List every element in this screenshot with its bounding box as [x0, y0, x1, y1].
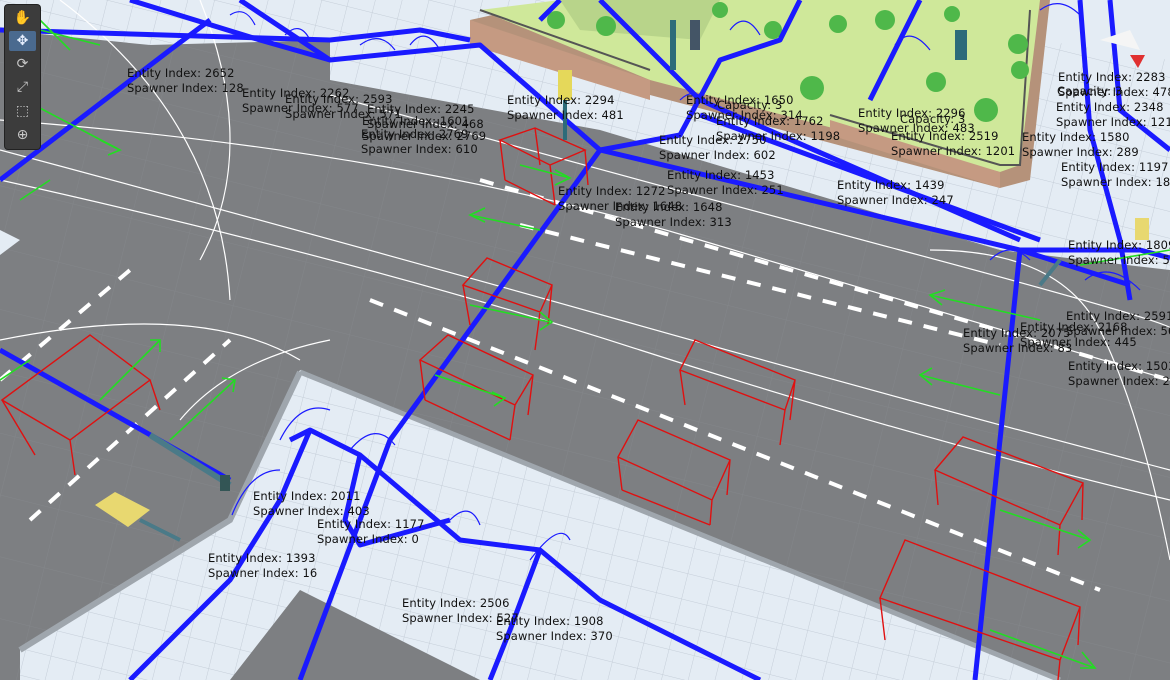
hand-tool-button[interactable]: ✋ — [9, 8, 36, 28]
hand-icon: ✋ — [13, 10, 32, 26]
scale-tool-button[interactable]: ⤢ — [9, 77, 36, 97]
scene-toolbar: ✋ ✥ ⟳ ⤢ ⬚ ⊕ — [5, 5, 40, 149]
rect-tool-button[interactable]: ⬚ — [9, 101, 36, 121]
transform-icon: ⊕ — [16, 127, 29, 143]
move-arrows-icon: ✥ — [16, 33, 29, 49]
rotate-icon: ⟳ — [16, 56, 29, 72]
transform-tool-button[interactable]: ⊕ — [9, 125, 36, 145]
rect-transform-icon: ⬚ — [15, 103, 30, 119]
move-tool-button[interactable]: ✥ — [9, 31, 36, 51]
scale-icon: ⤢ — [16, 79, 29, 95]
rotate-tool-button[interactable]: ⟳ — [9, 54, 36, 74]
scene-viewport[interactable] — [0, 0, 1170, 680]
